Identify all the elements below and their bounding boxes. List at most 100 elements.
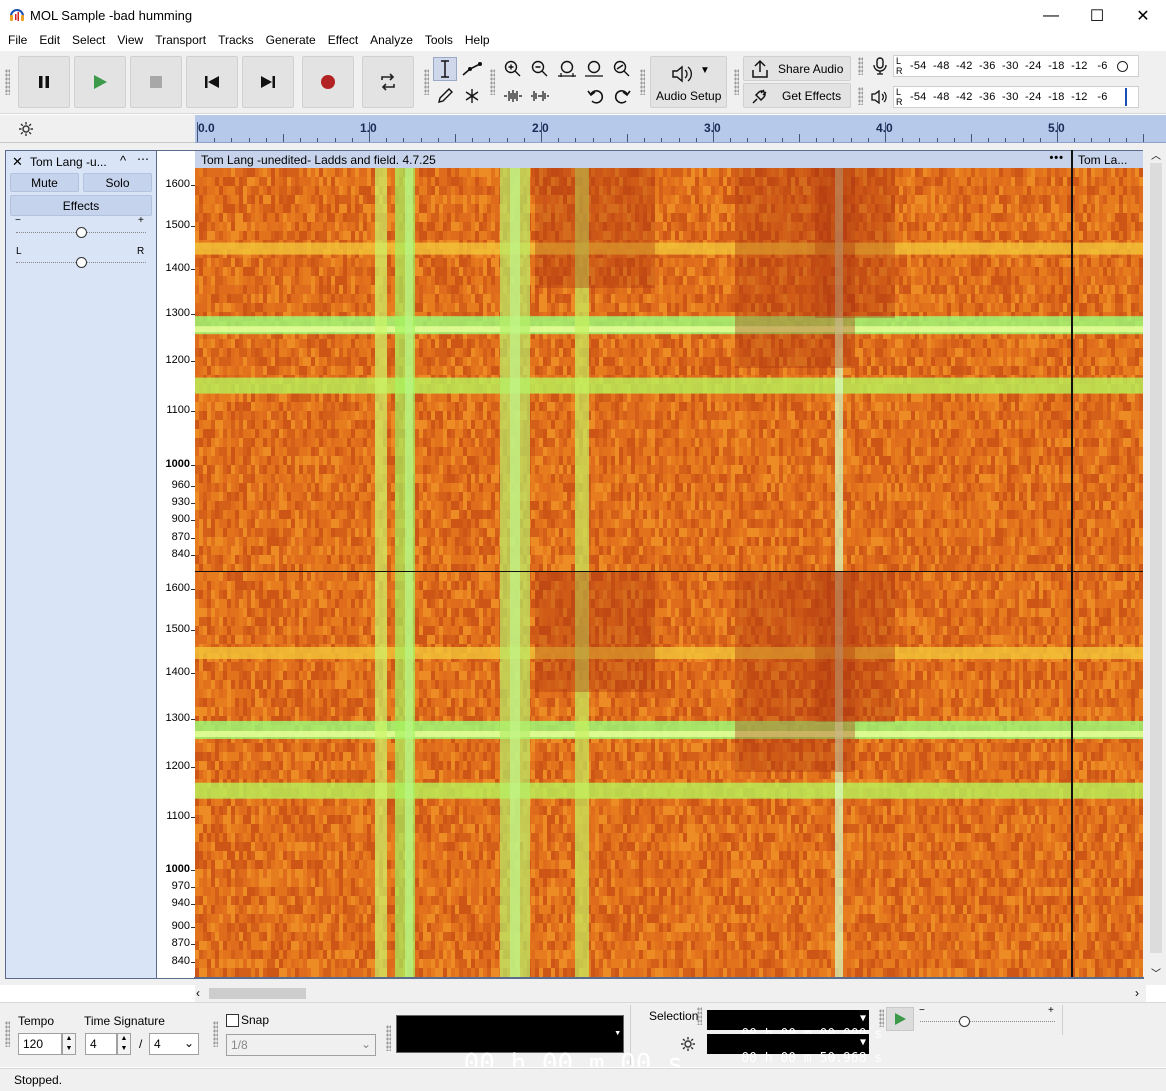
toolbar-grip[interactable] <box>879 1009 884 1027</box>
toolbar-grip[interactable] <box>386 1025 391 1051</box>
toolbar-grip[interactable] <box>5 69 10 95</box>
scroll-up-icon[interactable]: ︿ <box>1151 147 1161 162</box>
skip-to-end-button[interactable] <box>242 56 294 108</box>
share-audio-button[interactable]: Share Audio <box>743 56 851 81</box>
undo-button[interactable] <box>584 84 608 108</box>
gain-slider-thumb[interactable] <box>76 227 87 238</box>
menu-file[interactable]: File <box>2 31 33 51</box>
get-effects-button[interactable]: Get Effects <box>743 83 851 108</box>
envelope-tool-button[interactable] <box>460 57 484 81</box>
vertical-scroll-thumb[interactable] <box>1150 163 1162 953</box>
toolbar-grip[interactable] <box>424 69 429 95</box>
spectrogram-left-channel[interactable] <box>195 168 1143 571</box>
speed-slider-track[interactable] <box>920 1021 1055 1022</box>
scroll-left-icon[interactable]: ‹ <box>196 986 200 1000</box>
speed-slider-thumb[interactable] <box>959 1016 970 1027</box>
clip-title[interactable]: Tom La... <box>1078 153 1127 167</box>
snap-select[interactable]: 1/8 ⌄ <box>226 1034 376 1056</box>
clip-header[interactable]: Tom La... <box>1073 150 1143 168</box>
effects-button[interactable]: Effects <box>10 195 152 216</box>
menu-select[interactable]: Select <box>66 31 111 51</box>
mute-button[interactable]: Mute <box>10 173 79 192</box>
horizontal-scrollbar[interactable]: ‹ › <box>195 985 1146 1002</box>
draw-tool-button[interactable] <box>433 84 457 108</box>
selection-tool-button[interactable] <box>433 57 457 81</box>
vertical-scrollbar[interactable]: ︿ ﹀ <box>1146 143 1166 985</box>
clip-title[interactable]: Tom Lang -unedited- Ladds and field. 4.7… <box>201 153 436 167</box>
menu-edit[interactable]: Edit <box>33 31 66 51</box>
skip-to-start-button[interactable] <box>186 56 238 108</box>
clip-boundary[interactable] <box>1071 150 1073 978</box>
silence-audio-button[interactable] <box>528 84 552 108</box>
toolbar-grip[interactable] <box>734 69 739 95</box>
menu-analyze[interactable]: Analyze <box>364 31 419 51</box>
selection-start-time[interactable]: 00 h 00 m 00.000 s ▼ <box>707 1010 882 1042</box>
time-display[interactable]: 00 h 00 m 00 s ▾ <box>396 1015 683 1079</box>
timeline-ruler[interactable]: 0.0 1.0 2.0 3.0 4.0 5.0 <box>195 115 1166 143</box>
time-signature-numerator[interactable]: 4 <box>85 1033 117 1055</box>
loop-button[interactable] <box>362 56 414 108</box>
spectrogram-right-channel[interactable] <box>195 572 1143 977</box>
frequency-ruler[interactable]: 1600 1500 1400 1300 1200 1100 1000 960 930 900 870… <box>157 150 195 979</box>
chevron-down-icon: ▼ <box>860 1037 866 1048</box>
toolbar-grip[interactable] <box>640 69 645 95</box>
stop-button[interactable] <box>130 56 182 108</box>
track-name[interactable]: Tom Lang -u... <box>30 155 107 169</box>
gear-icon[interactable] <box>18 121 34 137</box>
collapse-track-icon[interactable]: ^ <box>120 153 126 168</box>
maximize-button[interactable]: ☐ <box>1074 0 1120 31</box>
tempo-input[interactable]: 120 <box>18 1033 62 1055</box>
toolbar-grip[interactable] <box>858 87 863 105</box>
scroll-down-icon[interactable]: ﹀ <box>1151 965 1161 980</box>
snap-checkbox[interactable] <box>226 1014 239 1027</box>
fit-project-button[interactable] <box>582 57 606 81</box>
zoom-toggle-button[interactable] <box>609 57 633 81</box>
menu-tracks[interactable]: Tracks <box>212 31 260 51</box>
timeline-tick <box>609 138 611 142</box>
zoom-in-button[interactable] <box>501 57 525 81</box>
fit-selection-button[interactable] <box>555 57 579 81</box>
multi-tool-button[interactable] <box>460 84 484 108</box>
toolbar-grip[interactable] <box>5 1021 10 1047</box>
zoom-out-icon <box>531 60 548 77</box>
audio-setup-button[interactable]: ▼ Audio Setup <box>650 56 727 108</box>
pause-button[interactable] <box>18 56 70 108</box>
solo-button[interactable]: Solo <box>83 173 152 192</box>
toolbar-grip[interactable] <box>697 1007 702 1025</box>
close-track-icon[interactable]: ✕ <box>12 154 23 170</box>
record-button[interactable] <box>302 56 354 108</box>
horizontal-scroll-thumb[interactable] <box>209 988 306 999</box>
record-meter-slider-thumb[interactable] <box>1117 61 1128 72</box>
minimize-button[interactable]: — <box>1028 0 1074 31</box>
toolbar-grip[interactable] <box>490 69 495 95</box>
playback-meter-slider-thumb[interactable] <box>1125 88 1127 106</box>
scroll-right-icon[interactable]: › <box>1135 986 1139 1000</box>
toolbar-grip[interactable] <box>213 1021 218 1047</box>
record-level-meter[interactable]: LR -54 -48 -42 -36 -30 -24 -18 -12 -6 <box>893 55 1139 77</box>
clip-menu-icon[interactable]: ••• <box>1049 152 1064 164</box>
tempo-spinner[interactable]: ▲ ▼ <box>62 1033 76 1055</box>
menu-help[interactable]: Help <box>459 31 496 51</box>
zoom-out-button[interactable] <box>528 57 552 81</box>
toolbar-grip[interactable] <box>858 57 863 75</box>
trim-audio-button[interactable] <box>501 84 525 108</box>
play-at-speed-button[interactable] <box>886 1007 914 1031</box>
selection-end-time[interactable]: 00 h 00 m 50.968 s ▼ <box>707 1034 882 1066</box>
play-button[interactable] <box>74 56 126 108</box>
record-meter-button[interactable] <box>868 54 892 78</box>
redo-button[interactable] <box>610 84 634 108</box>
menu-tools[interactable]: Tools <box>419 31 459 51</box>
time-signature-spinner[interactable]: ▲ ▼ <box>117 1033 131 1055</box>
track-control-panel[interactable]: ✕ Tom Lang -u... ^ ⋯ Mute Solo Effects −… <box>5 150 157 979</box>
track-menu-icon[interactable]: ⋯ <box>137 152 149 166</box>
menu-generate[interactable]: Generate <box>260 31 322 51</box>
time-signature-denominator[interactable]: 4 ⌄ <box>149 1033 199 1055</box>
menu-transport[interactable]: Transport <box>149 31 212 51</box>
clip-header[interactable]: Tom Lang -unedited- Ladds and field. 4.7… <box>195 150 1072 168</box>
close-button[interactable]: ✕ <box>1120 0 1166 31</box>
playback-level-meter[interactable]: LR -54 -48 -42 -36 -30 -24 -18 -12 -6 <box>893 86 1139 108</box>
playback-meter-button[interactable] <box>868 85 892 109</box>
menu-view[interactable]: View <box>111 31 149 51</box>
menu-effect[interactable]: Effect <box>322 31 364 51</box>
pan-slider-thumb[interactable] <box>76 257 87 268</box>
